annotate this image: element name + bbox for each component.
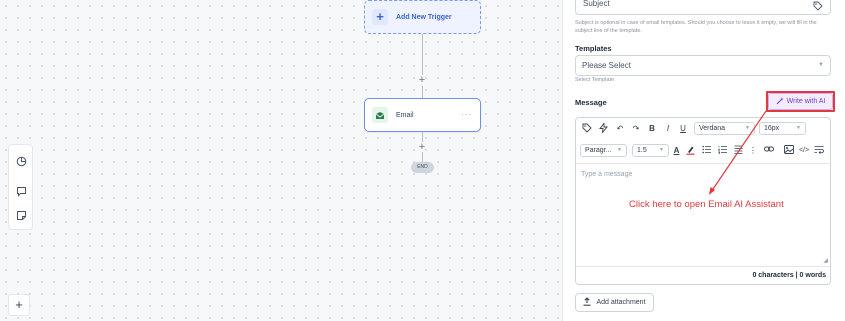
undo-icon[interactable]: ↶ xyxy=(615,123,625,135)
connector-line xyxy=(422,152,423,162)
trigger-label: Add New Trigger xyxy=(396,13,452,21)
resize-handle-icon[interactable]: ◢ xyxy=(823,257,828,264)
editor-toolbar-row-1: ↶ ↷ B I U Verdana ▼ 16px ▼ xyxy=(576,118,830,140)
template-selected-value: Please Select xyxy=(582,61,631,70)
add-trigger-button[interactable]: + Add New Trigger xyxy=(364,0,481,34)
paragraph-style-select[interactable]: Paragr... ▼ xyxy=(580,144,627,157)
numbered-list-icon[interactable] xyxy=(717,145,727,157)
chevron-down-icon: ▼ xyxy=(818,62,824,68)
line-height-value: 1.5 xyxy=(637,147,647,154)
image-icon[interactable] xyxy=(784,145,794,157)
underline-button[interactable]: U xyxy=(678,123,688,135)
end-marker: END xyxy=(411,162,434,173)
chevron-down-icon: ▼ xyxy=(659,147,664,153)
editor-toolbar-row-2: Paragr... ▼ 1.5 ▼ A ⋮ </> xyxy=(576,140,830,162)
italic-button[interactable]: I xyxy=(663,123,673,135)
connector-line xyxy=(422,86,423,98)
align-icon[interactable] xyxy=(734,145,743,157)
connector-line xyxy=(422,34,423,75)
link-icon[interactable] xyxy=(764,145,774,157)
email-action-node[interactable]: Email ··· xyxy=(364,98,481,132)
email-settings-panel: Subject Subject is optional in case of e… xyxy=(563,0,845,321)
note-icon[interactable] xyxy=(16,208,27,220)
add-attachment-button[interactable]: Add attachment xyxy=(575,293,654,312)
template-select[interactable]: Please Select ▼ xyxy=(575,55,831,76)
plus-icon: + xyxy=(372,9,388,25)
node-menu-icon[interactable]: ··· xyxy=(461,110,472,119)
font-family-select[interactable]: Verdana ▼ xyxy=(694,122,755,135)
comment-icon[interactable] xyxy=(16,184,27,197)
envelope-icon xyxy=(372,107,388,123)
message-placeholder: Type a message xyxy=(581,171,633,178)
write-with-ai-button[interactable]: Write with AI xyxy=(768,93,833,110)
add-step-button[interactable]: + xyxy=(417,142,427,153)
text-wrap-icon[interactable] xyxy=(814,145,824,157)
chevron-down-icon: ▼ xyxy=(745,125,750,131)
zoom-in-button[interactable]: + xyxy=(8,294,30,316)
app-root: + Add New Trigger + Email ··· + END + Su… xyxy=(0,0,845,321)
ai-button-label: Write with AI xyxy=(786,98,826,105)
bullet-list-icon[interactable] xyxy=(702,145,711,157)
add-step-button[interactable]: + xyxy=(417,75,427,86)
upload-icon xyxy=(583,297,591,308)
font-family-value: Verdana xyxy=(699,125,726,132)
node-label: Email xyxy=(396,111,414,119)
pie-chart-icon[interactable] xyxy=(16,154,27,167)
subject-input[interactable]: Subject xyxy=(575,0,831,15)
template-help-text: Select Template xyxy=(575,77,615,83)
font-size-value: 16px xyxy=(764,125,780,132)
tag-icon[interactable] xyxy=(813,1,823,13)
message-body-textarea[interactable]: Type a message ◢ xyxy=(576,163,830,266)
text-color-button[interactable]: A xyxy=(672,145,681,157)
subject-help-text: Subject is optional in case of email tem… xyxy=(575,20,817,34)
redo-icon[interactable]: ↷ xyxy=(631,123,641,135)
more-options-icon[interactable]: ⋮ xyxy=(749,145,757,157)
lightning-icon[interactable] xyxy=(598,122,608,135)
workflow-canvas[interactable]: + Add New Trigger + Email ··· + END + xyxy=(0,0,563,321)
editor-footer: 0 characters | 0 words xyxy=(576,266,830,284)
annotation-text: Click here to open Email AI Assistant xyxy=(629,199,784,210)
font-size-select[interactable]: 16px ▼ xyxy=(759,122,806,135)
magic-wand-icon xyxy=(776,97,784,107)
char-word-count: 0 characters | 0 words xyxy=(752,272,826,279)
paragraph-style-value: Paragr... xyxy=(585,147,612,154)
add-attachment-label: Add attachment xyxy=(596,299,646,306)
code-icon[interactable]: </> xyxy=(798,145,810,157)
highlight-icon[interactable] xyxy=(686,145,695,157)
line-height-select[interactable]: 1.5 ▼ xyxy=(632,144,669,157)
chevron-down-icon: ▼ xyxy=(796,125,801,131)
templates-label: Templates xyxy=(575,44,612,53)
canvas-toolbar xyxy=(8,144,33,230)
chevron-down-icon: ▼ xyxy=(617,147,622,153)
bold-button[interactable]: B xyxy=(647,123,657,135)
tag-icon[interactable] xyxy=(582,123,592,135)
message-label: Message xyxy=(575,98,607,107)
subject-value: Subject xyxy=(583,0,610,8)
